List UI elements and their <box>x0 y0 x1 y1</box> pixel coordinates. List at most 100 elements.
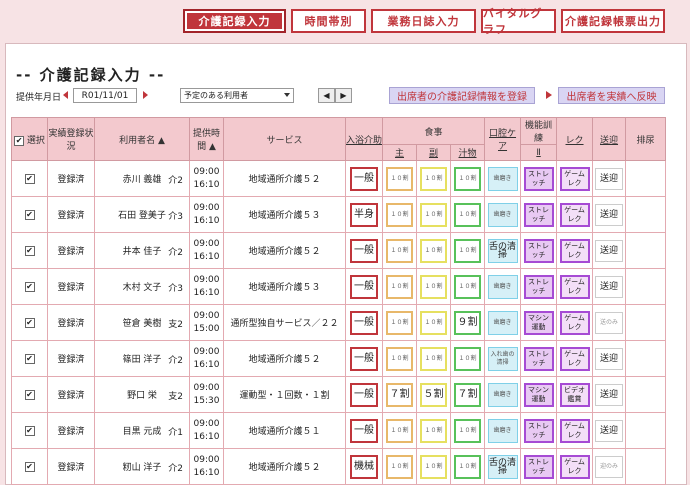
date-prev-icon[interactable] <box>63 91 68 99</box>
row-meal-main-button[interactable]: １０割 <box>386 454 413 479</box>
row-user[interactable]: 赤川 義雄 介2 <box>94 160 190 197</box>
header-meal-soup[interactable]: 汁物 <box>449 144 486 161</box>
row-bath-button[interactable]: 半身 <box>350 202 378 227</box>
header-user-name[interactable]: 利用者名 ▲ <box>94 117 190 161</box>
row-function-training-button[interactable]: ストレ ッチ <box>523 454 554 479</box>
date-next-icon[interactable] <box>143 91 148 99</box>
row-transport-button[interactable]: 送迎 <box>595 275 624 298</box>
header-meal-side[interactable]: 副 <box>416 144 451 161</box>
row-user[interactable]: 野口 栄 支2 <box>94 376 190 413</box>
header-function-training-2[interactable]: Ⅱ <box>520 144 558 161</box>
row-meal-side-button[interactable]: １０割 <box>420 454 447 479</box>
row-recreation-button[interactable]: ゲーム レク <box>559 274 590 299</box>
header-bath[interactable]: 入浴介助 <box>345 117 383 161</box>
row-checkbox[interactable]: ✔ <box>24 461 35 472</box>
select-all-checkbox[interactable]: ✔ <box>14 135 25 146</box>
row-excretion-cell[interactable] <box>625 412 667 449</box>
row-function-training-button[interactable]: ストレ ッチ <box>523 418 554 443</box>
row-recreation-button[interactable]: ゲーム レク <box>559 418 590 443</box>
date-input[interactable]: R01/11/01 <box>73 88 137 103</box>
row-checkbox[interactable]: ✔ <box>24 173 35 184</box>
tab-time-slot[interactable]: 時間帯別 <box>291 9 366 33</box>
row-meal-side-button[interactable]: １０割 <box>420 202 447 227</box>
row-user[interactable]: 井本 佳子 介2 <box>94 232 190 269</box>
row-meal-soup-button[interactable]: ７割 <box>454 382 482 407</box>
row-meal-side-button[interactable]: １０割 <box>420 166 447 191</box>
row-user[interactable]: 籾山 洋子 介2 <box>94 448 190 485</box>
row-meal-side-button[interactable]: １０割 <box>420 346 447 371</box>
row-transport-button[interactable]: 送のみ <box>595 311 624 334</box>
row-oral-care-button[interactable]: 舌の清掃 <box>487 238 518 263</box>
row-meal-side-button[interactable]: １０割 <box>420 310 447 335</box>
row-checkbox[interactable]: ✔ <box>24 389 35 400</box>
row-bath-button[interactable]: 機械 <box>350 454 378 479</box>
row-transport-button[interactable]: 送迎 <box>595 167 624 190</box>
pager-prev-button[interactable]: ◀ <box>318 88 335 103</box>
row-oral-care-button[interactable]: 歯磨き <box>487 382 518 407</box>
row-meal-soup-button[interactable]: １０割 <box>454 274 482 299</box>
header-recreation[interactable]: レク <box>556 117 594 161</box>
row-meal-main-button[interactable]: １０割 <box>386 202 413 227</box>
row-meal-main-button[interactable]: １０割 <box>386 238 413 263</box>
row-checkbox[interactable]: ✔ <box>24 209 35 220</box>
row-checkbox[interactable]: ✔ <box>24 317 35 328</box>
row-recreation-button[interactable]: ゲーム レク <box>559 310 590 335</box>
row-excretion-cell[interactable] <box>625 268 667 305</box>
row-meal-main-button[interactable]: １０割 <box>386 310 413 335</box>
row-bath-button[interactable]: 一般 <box>350 310 378 335</box>
row-function-training-button[interactable]: マシン 運動 <box>523 310 554 335</box>
row-transport-button[interactable]: 迎のみ <box>595 455 624 478</box>
row-checkbox[interactable]: ✔ <box>24 353 35 364</box>
row-transport-button[interactable]: 送迎 <box>595 203 624 226</box>
row-transport-button[interactable]: 送迎 <box>595 419 624 442</box>
header-meal-main[interactable]: 主 <box>382 144 417 161</box>
header-time[interactable]: 提供時間 ▲ <box>189 117 224 161</box>
row-oral-care-button[interactable]: 歯磨き <box>487 418 518 443</box>
row-checkbox[interactable]: ✔ <box>24 425 35 436</box>
row-meal-soup-button[interactable]: １０割 <box>454 238 482 263</box>
row-user[interactable]: 笹倉 美樹 支2 <box>94 304 190 341</box>
row-meal-main-button[interactable]: １０割 <box>386 274 413 299</box>
row-recreation-button[interactable]: ビデオ 鑑賞 <box>559 382 590 407</box>
row-meal-soup-button[interactable]: １０割 <box>454 346 482 371</box>
header-oral-care[interactable]: 口腔ケア <box>484 117 522 161</box>
row-oral-care-button[interactable]: 歯磨き <box>487 310 518 335</box>
row-checkbox[interactable]: ✔ <box>24 281 35 292</box>
row-transport-button[interactable]: 送迎 <box>595 383 624 406</box>
row-oral-care-button[interactable]: 舌の清掃 <box>487 454 518 479</box>
tab-care-record-input[interactable]: 介護記録入力 <box>183 9 286 33</box>
user-filter-select[interactable]: 予定のある利用者 <box>180 88 294 103</box>
row-meal-side-button[interactable]: １０割 <box>420 418 447 443</box>
row-meal-soup-button[interactable]: １０割 <box>454 418 482 443</box>
row-user[interactable]: 篠田 洋子 介2 <box>94 340 190 377</box>
row-user[interactable]: 木村 文子 介3 <box>94 268 190 305</box>
row-meal-main-button[interactable]: １０割 <box>386 418 413 443</box>
header-select[interactable]: ✔ 選択 <box>11 117 48 161</box>
row-bath-button[interactable]: 一般 <box>350 274 378 299</box>
row-recreation-button[interactable]: ゲーム レク <box>559 346 590 371</box>
row-user[interactable]: 石田 登美子 介3 <box>94 196 190 233</box>
tab-care-report-output[interactable]: 介護記録帳票出力 <box>561 9 665 33</box>
row-meal-main-button[interactable]: ７割 <box>386 382 413 407</box>
row-function-training-button[interactable]: マシン 運動 <box>523 382 554 407</box>
row-excretion-cell[interactable] <box>625 232 667 269</box>
row-function-training-button[interactable]: ストレ ッチ <box>523 202 554 227</box>
tab-work-diary[interactable]: 業務日誌入力 <box>371 9 476 33</box>
row-bath-button[interactable]: 一般 <box>350 382 378 407</box>
row-meal-main-button[interactable]: １０割 <box>386 346 413 371</box>
row-transport-button[interactable]: 送迎 <box>595 347 624 370</box>
row-meal-soup-button[interactable]: １０割 <box>454 166 482 191</box>
row-excretion-cell[interactable] <box>625 304 667 341</box>
row-meal-side-button[interactable]: ５割 <box>420 382 447 407</box>
row-meal-side-button[interactable]: １０割 <box>420 274 447 299</box>
row-meal-main-button[interactable]: １０割 <box>386 166 413 191</box>
row-oral-care-button[interactable]: 入れ歯の清掃 <box>487 346 518 371</box>
row-function-training-button[interactable]: ストレ ッチ <box>523 274 554 299</box>
row-meal-side-button[interactable]: １０割 <box>420 238 447 263</box>
row-recreation-button[interactable]: ゲーム レク <box>559 202 590 227</box>
reflect-attendees-button[interactable]: 出席者を実績へ反映 <box>558 87 665 104</box>
row-bath-button[interactable]: 一般 <box>350 418 378 443</box>
pager-next-button[interactable]: ▶ <box>335 88 352 103</box>
row-excretion-cell[interactable] <box>625 448 667 485</box>
row-excretion-cell[interactable] <box>625 340 667 377</box>
